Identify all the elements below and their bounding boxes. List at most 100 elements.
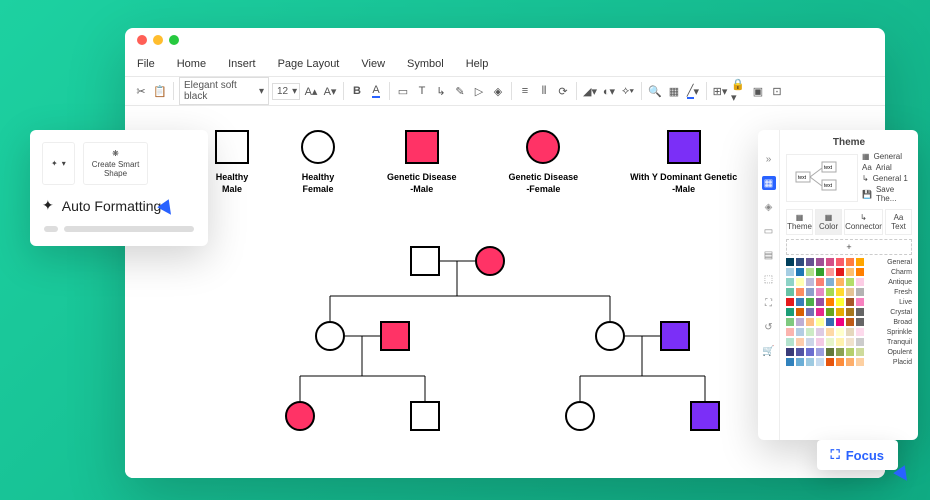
color-swatch[interactable] — [786, 258, 794, 266]
color-swatch[interactable] — [856, 258, 864, 266]
clipboard-icon[interactable]: 📋 — [152, 83, 168, 99]
color-swatch[interactable] — [846, 358, 854, 366]
node-gen3-female-1[interactable] — [285, 401, 315, 431]
distribute-icon[interactable]: ⫴ — [536, 83, 552, 99]
color-swatch[interactable] — [786, 278, 794, 286]
color-swatch[interactable] — [826, 298, 834, 306]
color-swatch[interactable] — [826, 258, 834, 266]
color-swatch[interactable] — [826, 348, 834, 356]
color-swatch[interactable] — [846, 258, 854, 266]
shadow-icon[interactable]: ◐▾ — [601, 83, 617, 99]
color-swatch[interactable] — [796, 348, 804, 356]
line-style-icon[interactable]: ╱▾ — [685, 83, 701, 99]
increase-font-icon[interactable]: A▴ — [303, 83, 319, 99]
color-swatch[interactable] — [826, 308, 834, 316]
color-swatch[interactable] — [806, 328, 814, 336]
color-swatch[interactable] — [836, 288, 844, 296]
color-swatch[interactable] — [796, 258, 804, 266]
color-swatch[interactable] — [796, 278, 804, 286]
color-swatch[interactable] — [786, 328, 794, 336]
node-gen1-female[interactable] — [475, 246, 505, 276]
color-swatch[interactable] — [786, 358, 794, 366]
rail-page-icon[interactable]: ▤ — [762, 248, 776, 262]
color-set-row[interactable]: Sprinkle — [786, 328, 912, 336]
color-swatch[interactable] — [806, 348, 814, 356]
sparkle-button[interactable]: ✦▾ — [42, 142, 75, 185]
color-swatch[interactable] — [806, 268, 814, 276]
color-swatch[interactable] — [816, 318, 824, 326]
menu-help[interactable]: Help — [466, 58, 489, 70]
lock-icon[interactable]: 🔒▾ — [731, 83, 747, 99]
color-swatch[interactable] — [836, 358, 844, 366]
color-swatch[interactable] — [786, 308, 794, 316]
font-color-icon[interactable]: A — [368, 83, 384, 99]
color-swatch[interactable] — [816, 298, 824, 306]
color-swatch[interactable] — [796, 328, 804, 336]
color-swatch[interactable] — [836, 328, 844, 336]
color-swatch[interactable] — [806, 278, 814, 286]
color-set-row[interactable]: Antique — [786, 278, 912, 286]
menu-home[interactable]: Home — [177, 58, 206, 70]
color-swatch[interactable] — [856, 328, 864, 336]
node-gen2-male-2[interactable] — [660, 321, 690, 351]
crop-icon[interactable]: ⟡▾ — [620, 83, 636, 99]
cut-icon[interactable]: ✂ — [133, 83, 149, 99]
color-swatch[interactable] — [806, 338, 814, 346]
color-swatch[interactable] — [856, 298, 864, 306]
rail-resources-icon[interactable]: 🛒 — [762, 344, 776, 358]
arrange-icon[interactable]: ▣ — [750, 83, 766, 99]
color-swatch[interactable] — [806, 298, 814, 306]
color-swatch[interactable] — [786, 288, 794, 296]
tab-theme[interactable]: ▦Theme — [786, 209, 813, 235]
color-swatch[interactable] — [846, 288, 854, 296]
rail-history-icon[interactable]: ↺ — [762, 320, 776, 334]
theme-item-general[interactable]: ▦General — [862, 151, 912, 162]
fill-icon[interactable]: ◢▾ — [582, 83, 598, 99]
color-swatch[interactable] — [856, 338, 864, 346]
color-swatch[interactable] — [836, 278, 844, 286]
color-set-row[interactable]: Fresh — [786, 288, 912, 296]
color-swatch[interactable] — [846, 278, 854, 286]
node-gen3-male-1[interactable] — [410, 401, 440, 431]
close-dot[interactable] — [137, 35, 147, 45]
font-select[interactable]: Elegant soft black▾ — [179, 77, 269, 105]
color-set-row[interactable]: Broad — [786, 318, 912, 326]
color-swatch[interactable] — [826, 338, 834, 346]
color-swatch[interactable] — [856, 278, 864, 286]
slider-track[interactable] — [64, 226, 194, 232]
color-set-row[interactable]: Tranquil — [786, 338, 912, 346]
color-swatch[interactable] — [826, 358, 834, 366]
color-swatch[interactable] — [856, 308, 864, 316]
color-swatch[interactable] — [856, 268, 864, 276]
color-swatch[interactable] — [856, 288, 864, 296]
theme-preview[interactable]: texttexttext — [786, 154, 858, 202]
color-swatch[interactable] — [816, 278, 824, 286]
menu-page-layout[interactable]: Page Layout — [278, 58, 340, 70]
rectangle-icon[interactable]: ▭ — [395, 83, 411, 99]
menu-insert[interactable]: Insert — [228, 58, 256, 70]
rail-image-icon[interactable]: ▭ — [762, 224, 776, 238]
node-gen2-female-1[interactable] — [315, 321, 345, 351]
color-swatch[interactable] — [796, 288, 804, 296]
rotate-icon[interactable]: ⟳ — [555, 83, 571, 99]
color-swatch[interactable] — [846, 348, 854, 356]
theme-item-general1[interactable]: ↳General 1 — [862, 173, 912, 184]
color-swatch[interactable] — [796, 338, 804, 346]
color-swatch[interactable] — [836, 298, 844, 306]
color-swatch[interactable] — [816, 288, 824, 296]
tab-text[interactable]: AaText — [885, 209, 912, 235]
color-swatch[interactable] — [836, 268, 844, 276]
color-swatch[interactable] — [826, 328, 834, 336]
color-swatch[interactable] — [806, 358, 814, 366]
rail-style-icon[interactable]: ◈ — [762, 200, 776, 214]
node-gen3-male-2[interactable] — [690, 401, 720, 431]
color-swatch[interactable] — [796, 308, 804, 316]
color-set-row[interactable]: Placid — [786, 358, 912, 366]
menu-symbol[interactable]: Symbol — [407, 58, 444, 70]
maximize-dot[interactable] — [169, 35, 179, 45]
align-left-icon[interactable]: ≡ — [517, 83, 533, 99]
bold-icon[interactable]: B — [349, 83, 365, 99]
color-swatch[interactable] — [856, 318, 864, 326]
color-swatch[interactable] — [796, 318, 804, 326]
rail-layers-icon[interactable]: ⬚ — [762, 272, 776, 286]
